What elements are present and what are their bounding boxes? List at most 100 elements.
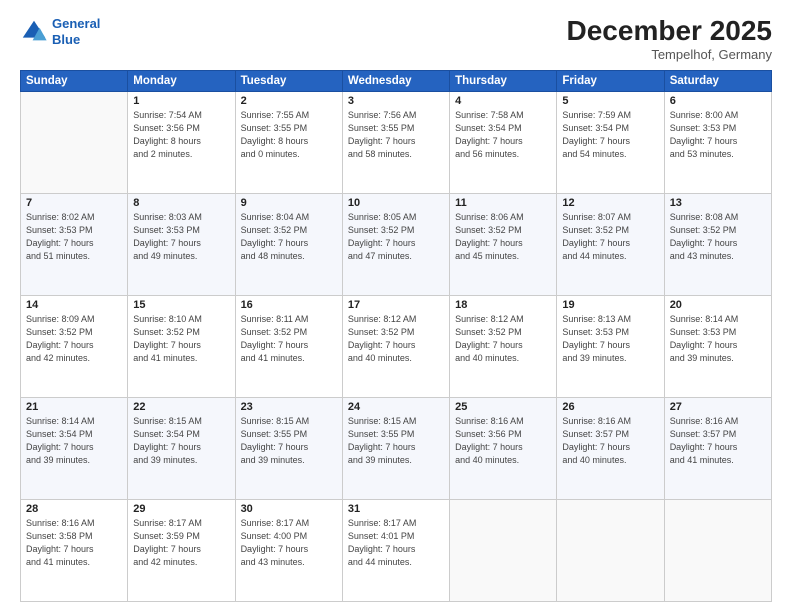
day-number: 9: [241, 197, 337, 209]
day-info: Sunrise: 8:16 AMSunset: 3:58 PMDaylight:…: [26, 517, 122, 569]
day-number: 14: [26, 299, 122, 311]
calendar-week-row: 21Sunrise: 8:14 AMSunset: 3:54 PMDayligh…: [21, 397, 772, 499]
calendar-cell: 6 Sunrise: 8:00 AMSunset: 3:53 PMDaylight…: [664, 91, 771, 193]
calendar-cell: 1 Sunrise: 7:54 AMSunset: 3:56 PMDaylight…: [128, 91, 235, 193]
calendar-cell: 3 Sunrise: 7:56 AMSunset: 3:55 PMDaylight…: [342, 91, 449, 193]
day-info: Sunrise: 8:15 AMSunset: 3:55 PMDaylight:…: [241, 415, 337, 467]
day-info: Sunrise: 7:54 AMSunset: 3:56 PMDaylight:…: [133, 109, 229, 161]
calendar-cell: 14Sunrise: 8:09 AMSunset: 3:52 PMDayligh…: [21, 295, 128, 397]
day-number: 23: [241, 401, 337, 413]
day-info: Sunrise: 8:15 AMSunset: 3:55 PMDaylight:…: [348, 415, 444, 467]
day-info: Sunrise: 8:07 AMSunset: 3:52 PMDaylight:…: [562, 211, 658, 263]
day-info: Sunrise: 8:00 AMSunset: 3:53 PMDaylight:…: [670, 109, 766, 161]
calendar-cell: 2 Sunrise: 7:55 AMSunset: 3:55 PMDaylight…: [235, 91, 342, 193]
day-number: 7: [26, 197, 122, 209]
calendar-cell: 10 Sunrise: 8:05 AMSunset: 3:52 PMDayligh…: [342, 193, 449, 295]
calendar-header-row: SundayMondayTuesdayWednesdayThursdayFrid…: [21, 70, 772, 91]
day-info: Sunrise: 8:16 AMSunset: 3:57 PMDaylight:…: [670, 415, 766, 467]
calendar-day-header: Tuesday: [235, 70, 342, 91]
day-info: Sunrise: 8:05 AMSunset: 3:52 PMDaylight:…: [348, 211, 444, 263]
calendar-week-row: 14Sunrise: 8:09 AMSunset: 3:52 PMDayligh…: [21, 295, 772, 397]
logo-icon: [20, 18, 48, 46]
day-info: Sunrise: 8:13 AMSunset: 3:53 PMDaylight:…: [562, 313, 658, 365]
day-info: Sunrise: 7:59 AMSunset: 3:54 PMDaylight:…: [562, 109, 658, 161]
calendar-cell: 24 Sunrise: 8:15 AMSunset: 3:55 PMDayligh…: [342, 397, 449, 499]
calendar-cell: [450, 499, 557, 601]
day-info: Sunrise: 7:55 AMSunset: 3:55 PMDaylight:…: [241, 109, 337, 161]
page: General Blue December 2025 Tempelhof, Ge…: [0, 0, 792, 612]
day-number: 20: [670, 299, 766, 311]
logo-line1: General: [52, 16, 100, 31]
day-number: 27: [670, 401, 766, 413]
day-number: 1: [133, 95, 229, 107]
day-info: Sunrise: 8:16 AMSunset: 3:56 PMDaylight:…: [455, 415, 551, 467]
day-number: 8: [133, 197, 229, 209]
calendar-cell: 22Sunrise: 8:15 AMSunset: 3:54 PMDayligh…: [128, 397, 235, 499]
day-number: 18: [455, 299, 551, 311]
day-number: 31: [348, 503, 444, 515]
day-info: Sunrise: 8:03 AMSunset: 3:53 PMDaylight:…: [133, 211, 229, 263]
day-number: 3: [348, 95, 444, 107]
day-info: Sunrise: 8:02 AMSunset: 3:53 PMDaylight:…: [26, 211, 122, 263]
day-info: Sunrise: 8:14 AMSunset: 3:53 PMDaylight:…: [670, 313, 766, 365]
logo-line2: Blue: [52, 32, 80, 47]
calendar-week-row: 1 Sunrise: 7:54 AMSunset: 3:56 PMDaylight…: [21, 91, 772, 193]
calendar-cell: 9 Sunrise: 8:04 AMSunset: 3:52 PMDaylight…: [235, 193, 342, 295]
calendar-cell: [557, 499, 664, 601]
calendar-cell: 19 Sunrise: 8:13 AMSunset: 3:53 PMDayligh…: [557, 295, 664, 397]
calendar-cell: 8 Sunrise: 8:03 AMSunset: 3:53 PMDaylight…: [128, 193, 235, 295]
day-number: 2: [241, 95, 337, 107]
day-number: 24: [348, 401, 444, 413]
day-info: Sunrise: 8:04 AMSunset: 3:52 PMDaylight:…: [241, 211, 337, 263]
day-number: 22: [133, 401, 229, 413]
day-number: 17: [348, 299, 444, 311]
day-info: Sunrise: 7:58 AMSunset: 3:54 PMDaylight:…: [455, 109, 551, 161]
day-number: 26: [562, 401, 658, 413]
calendar-cell: 15 Sunrise: 8:10 AMSunset: 3:52 PMDayligh…: [128, 295, 235, 397]
header: General Blue December 2025 Tempelhof, Ge…: [20, 16, 772, 62]
calendar-cell: [21, 91, 128, 193]
subtitle: Tempelhof, Germany: [567, 47, 772, 62]
day-info: Sunrise: 8:17 AMSunset: 3:59 PMDaylight:…: [133, 517, 229, 569]
day-info: Sunrise: 8:17 AMSunset: 4:01 PMDaylight:…: [348, 517, 444, 569]
calendar-cell: [664, 499, 771, 601]
day-number: 29: [133, 503, 229, 515]
calendar-cell: 16Sunrise: 8:11 AMSunset: 3:52 PMDayligh…: [235, 295, 342, 397]
calendar-week-row: 28Sunrise: 8:16 AMSunset: 3:58 PMDayligh…: [21, 499, 772, 601]
calendar-cell: 11 Sunrise: 8:06 AMSunset: 3:52 PMDayligh…: [450, 193, 557, 295]
day-number: 10: [348, 197, 444, 209]
calendar-cell: 17 Sunrise: 8:12 AMSunset: 3:52 PMDayligh…: [342, 295, 449, 397]
calendar-cell: 27 Sunrise: 8:16 AMSunset: 3:57 PMDayligh…: [664, 397, 771, 499]
calendar-week-row: 7 Sunrise: 8:02 AMSunset: 3:53 PMDaylight…: [21, 193, 772, 295]
day-number: 5: [562, 95, 658, 107]
calendar-day-header: Sunday: [21, 70, 128, 91]
title-block: December 2025 Tempelhof, Germany: [567, 16, 772, 62]
day-number: 6: [670, 95, 766, 107]
calendar-cell: 18 Sunrise: 8:12 AMSunset: 3:52 PMDayligh…: [450, 295, 557, 397]
calendar-day-header: Wednesday: [342, 70, 449, 91]
day-number: 11: [455, 197, 551, 209]
day-number: 4: [455, 95, 551, 107]
day-info: Sunrise: 8:12 AMSunset: 3:52 PMDaylight:…: [455, 313, 551, 365]
day-info: Sunrise: 8:12 AMSunset: 3:52 PMDaylight:…: [348, 313, 444, 365]
calendar-cell: 23 Sunrise: 8:15 AMSunset: 3:55 PMDayligh…: [235, 397, 342, 499]
day-info: Sunrise: 8:14 AMSunset: 3:54 PMDaylight:…: [26, 415, 122, 467]
calendar: SundayMondayTuesdayWednesdayThursdayFrid…: [20, 70, 772, 602]
day-info: Sunrise: 8:06 AMSunset: 3:52 PMDaylight:…: [455, 211, 551, 263]
day-number: 15: [133, 299, 229, 311]
calendar-cell: 12Sunrise: 8:07 AMSunset: 3:52 PMDayligh…: [557, 193, 664, 295]
month-title: December 2025: [567, 16, 772, 47]
calendar-cell: 28Sunrise: 8:16 AMSunset: 3:58 PMDayligh…: [21, 499, 128, 601]
calendar-day-header: Saturday: [664, 70, 771, 91]
day-info: Sunrise: 8:17 AMSunset: 4:00 PMDaylight:…: [241, 517, 337, 569]
logo-text: General Blue: [52, 16, 100, 47]
calendar-cell: 7 Sunrise: 8:02 AMSunset: 3:53 PMDaylight…: [21, 193, 128, 295]
day-number: 19: [562, 299, 658, 311]
day-info: Sunrise: 7:56 AMSunset: 3:55 PMDaylight:…: [348, 109, 444, 161]
calendar-day-header: Monday: [128, 70, 235, 91]
calendar-day-header: Thursday: [450, 70, 557, 91]
day-info: Sunrise: 8:10 AMSunset: 3:52 PMDaylight:…: [133, 313, 229, 365]
day-number: 30: [241, 503, 337, 515]
logo: General Blue: [20, 16, 100, 47]
calendar-cell: 30 Sunrise: 8:17 AMSunset: 4:00 PMDayligh…: [235, 499, 342, 601]
